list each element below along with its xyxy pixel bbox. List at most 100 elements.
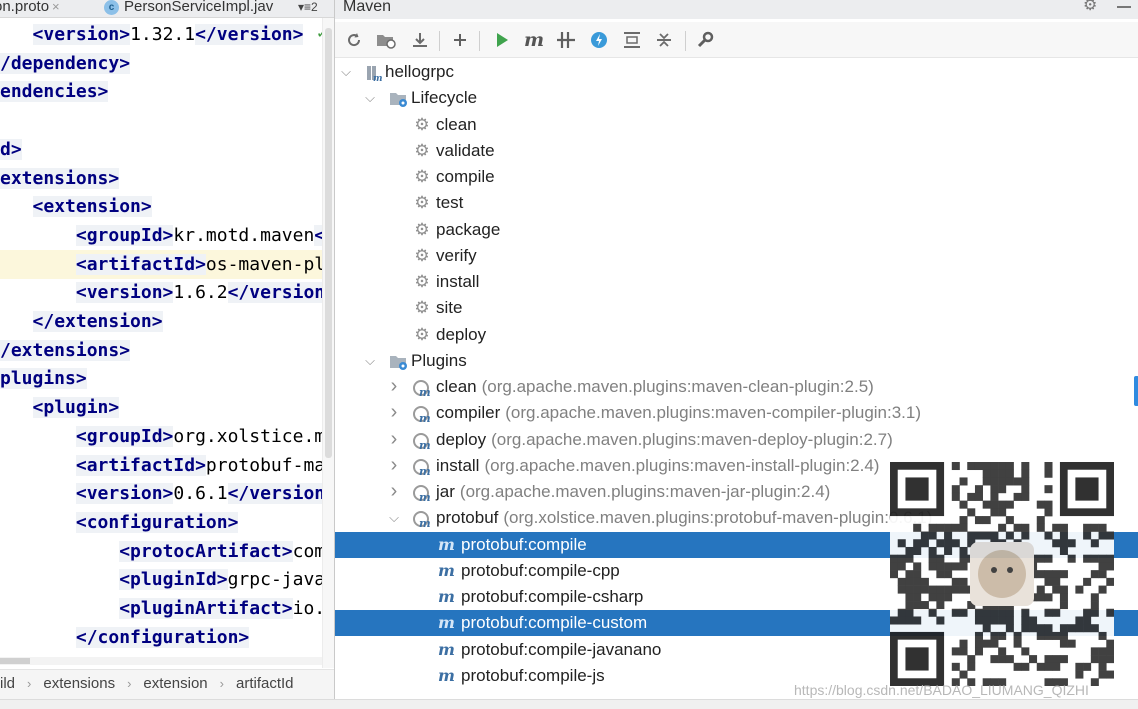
maven-plugin-icon: m: [413, 510, 431, 530]
tree-plugins-folder[interactable]: ⌵ Plugins: [335, 348, 1138, 374]
tree-project-hellogrpc[interactable]: ⌵ m hellogrpc: [335, 59, 1138, 85]
breadcrumb-item[interactable]: extensions: [43, 670, 115, 698]
chevron-down-icon[interactable]: ⌵: [363, 348, 377, 374]
maven-plugin-icon: m: [413, 405, 431, 425]
code-tag-open: <protocArtifact>: [119, 540, 293, 562]
toggle-offline-icon[interactable]: [553, 28, 579, 52]
side-tool-tab[interactable]: [1134, 376, 1138, 406]
chevron-down-icon[interactable]: ⌵: [339, 59, 353, 85]
gear-icon: ⚙: [414, 219, 430, 239]
minimize-icon[interactable]: [1117, 6, 1131, 8]
maven-goal-icon: m: [438, 587, 455, 606]
maven-plugin-icon: m: [413, 458, 431, 478]
gear-icon: ⚙: [414, 140, 430, 160]
code-line: <version>1.6.2</version>: [0, 278, 334, 307]
code-line: plugins>: [0, 364, 87, 393]
chevron-down-icon[interactable]: ⌵: [387, 505, 401, 531]
svg-text:m: m: [419, 439, 431, 450]
chevron-right-icon[interactable]: ›: [387, 479, 401, 503]
code-line: <configuration>: [0, 508, 239, 537]
breadcrumb-separator: ›: [127, 676, 132, 691]
code-area[interactable]: <version>1.32.1</version>/dependency> end…: [0, 20, 334, 670]
chevron-right-icon[interactable]: ›: [387, 453, 401, 477]
code-line: /extensions>: [0, 336, 131, 365]
generate-sources-icon[interactable]: [373, 28, 399, 52]
editor-tab-bar: on.proto× c PersonServiceImpl.jav ▾≡2: [0, 0, 334, 18]
download-icon[interactable]: [407, 28, 433, 52]
tree-item-label: test: [436, 193, 464, 213]
tree-lifecycle-verify[interactable]: ⚙ verify: [335, 243, 1138, 269]
tree-item-label: deploy: [436, 429, 487, 449]
tab-label: on.proto: [0, 0, 50, 15]
editor-horizontal-scrollbar[interactable]: [0, 657, 322, 665]
reload-icon[interactable]: [341, 28, 367, 52]
svg-text:m: m: [419, 412, 431, 423]
breadcrumb-item[interactable]: extension: [143, 670, 207, 698]
tree-lifecycle-compile[interactable]: ⚙ compile: [335, 164, 1138, 190]
svg-text:m: m: [419, 517, 431, 528]
tree-lifecycle-package[interactable]: ⚙ package: [335, 217, 1138, 243]
code-line: <groupId>org.xolstice.ma: [0, 422, 334, 451]
code-value: 0.6.1: [173, 483, 228, 505]
tab-overflow-menu[interactable]: ▾≡2: [298, 0, 318, 18]
tab-person-service-impl[interactable]: c PersonServiceImpl.jav: [104, 0, 273, 18]
code-tag-open: <plugin>: [32, 397, 120, 419]
tree-lifecycle-install[interactable]: ⚙ install: [335, 269, 1138, 295]
tab-proto-file[interactable]: on.proto×: [0, 0, 60, 18]
scrollbar-thumb[interactable]: [325, 28, 332, 458]
breadcrumb: ild › extensions › extension › artifactId: [0, 669, 334, 699]
code-tag-open: d>: [0, 138, 22, 160]
tree-plugin-deploy[interactable]: › m deploy (org.apache.maven.plugins:maven-…: [335, 427, 1138, 453]
maven-goal-icon: m: [438, 534, 455, 554]
code-line: <pluginId>grpc-java<: [0, 565, 334, 594]
skip-tests-icon[interactable]: [586, 28, 612, 52]
tree-lifecycle-folder[interactable]: ⌵ Lifecycle: [335, 85, 1138, 111]
svg-text:m: m: [373, 74, 383, 82]
qr-code-overlay: [890, 462, 1115, 687]
breadcrumb-item[interactable]: artifactId: [236, 670, 294, 698]
tree-lifecycle-site[interactable]: ⚙ site: [335, 295, 1138, 321]
tree-lifecycle-clean[interactable]: ⚙ clean: [335, 112, 1138, 138]
chevron-right-icon[interactable]: ›: [387, 374, 401, 398]
execute-goal-icon[interactable]: m: [521, 28, 547, 52]
tree-lifecycle-test[interactable]: ⚙ test: [335, 190, 1138, 216]
code-line: <artifactId>os-maven-plu: [0, 249, 334, 279]
scrollbar-thumb[interactable]: [0, 658, 30, 664]
add-icon[interactable]: [447, 28, 473, 52]
run-icon[interactable]: [489, 28, 515, 52]
code-tag-open: </extension>: [32, 311, 163, 332]
close-icon[interactable]: ×: [52, 0, 60, 14]
tree-lifecycle-deploy[interactable]: ⚙ deploy: [335, 322, 1138, 348]
breadcrumb-item[interactable]: ild: [0, 670, 15, 698]
collapse-all-icon[interactable]: [651, 28, 677, 52]
tree-item-label: protobuf:compile: [461, 534, 587, 554]
tree-item-label: compiler: [436, 403, 501, 423]
gear-icon: ⚙: [414, 272, 430, 291]
tree-item-label: protobuf:compile-custom: [461, 613, 648, 633]
wrench-icon[interactable]: [692, 28, 718, 52]
chevron-down-icon[interactable]: ⌵: [363, 85, 377, 111]
code-line: /dependency>: [0, 49, 131, 78]
chevron-right-icon[interactable]: ›: [387, 400, 401, 424]
code-line: <pluginArtifact>io.g: [0, 594, 334, 623]
tree-lifecycle-validate[interactable]: ⚙ validate: [335, 138, 1138, 164]
gear-icon[interactable]: ⚙: [1083, 0, 1097, 14]
chevron-right-icon[interactable]: ›: [387, 427, 401, 451]
plugins-folder-icon: [389, 353, 407, 370]
maven-plugin-icon: m: [413, 379, 431, 399]
show-dependencies-icon[interactable]: [619, 28, 645, 52]
editor-vertical-scrollbar[interactable]: [322, 18, 334, 668]
code-value: 1.32.1: [130, 24, 196, 45]
tree-plugin-compiler[interactable]: › m compiler (org.apache.maven.plugins:mave…: [335, 400, 1138, 426]
code-editor[interactable]: on.proto× c PersonServiceImpl.jav ▾≡2 <ve…: [0, 0, 334, 709]
tree-plugin-clean[interactable]: › m clean (org.apache.maven.plugins:maven-c…: [335, 374, 1138, 400]
code-tag-open: <version>: [75, 282, 174, 304]
tree-item-label: protobuf:compile-cpp: [461, 560, 620, 580]
